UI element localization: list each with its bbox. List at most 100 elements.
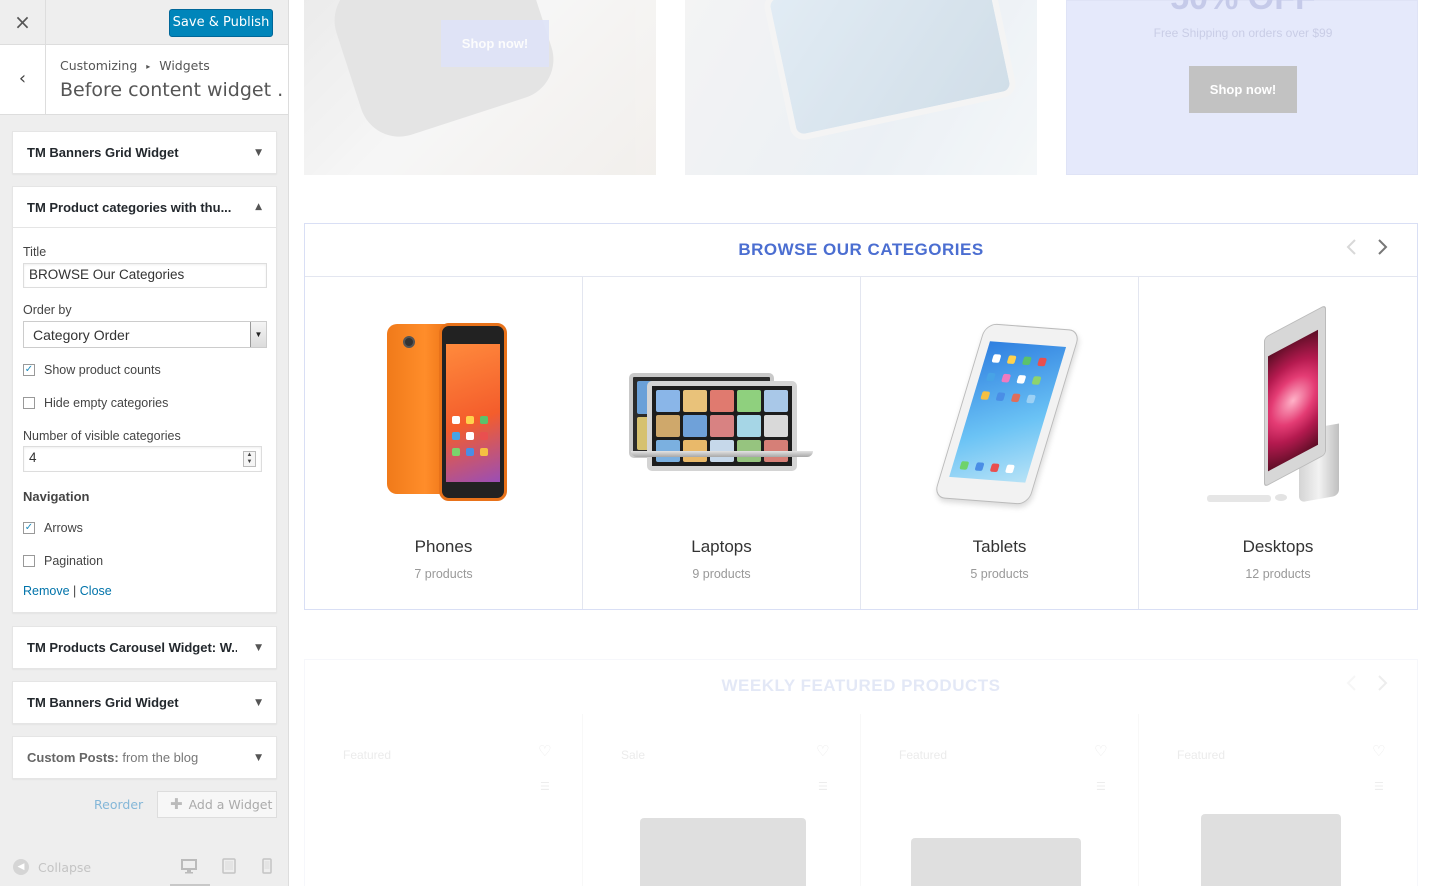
add-widget-button[interactable]: ✚ Add a Widget xyxy=(157,791,277,818)
widget-header[interactable]: TM Product categories with thu... ▲ xyxy=(13,187,276,228)
show-counts-checkbox[interactable]: ✓ xyxy=(23,364,35,376)
site-preview: Shop now! 50% OFF Free Shipping on order… xyxy=(289,0,1433,886)
back-button[interactable]: ‹ xyxy=(0,45,46,114)
collapse-button[interactable]: ◀ Collapse xyxy=(13,859,91,875)
widget-products-carousel[interactable]: TM Products Carousel Widget: W... ▼ xyxy=(12,626,277,669)
reorder-link[interactable]: Reorder xyxy=(94,797,143,812)
banner-watch[interactable]: Shop now! xyxy=(304,0,656,175)
product-card[interactable]: Sale ♡ ☰ xyxy=(583,714,861,886)
category-card-tablets[interactable]: Tablets 5 products xyxy=(861,277,1139,609)
category-name[interactable]: Laptops xyxy=(583,537,860,557)
compare-icon[interactable]: ☰ xyxy=(1096,780,1106,793)
category-count: 9 products xyxy=(692,567,751,581)
hide-empty-label: Hide empty categories xyxy=(44,396,169,410)
pagination-checkbox[interactable] xyxy=(23,555,35,567)
remove-link[interactable]: Remove xyxy=(23,584,70,598)
wishlist-heart-icon[interactable]: ♡ xyxy=(816,742,829,760)
hide-empty-checkbox[interactable] xyxy=(23,397,35,409)
category-card-laptops[interactable]: Laptops 9 products xyxy=(583,277,861,609)
shop-now-button[interactable]: Shop now! xyxy=(1189,66,1297,113)
widget-banners-grid-2[interactable]: TM Banners Grid Widget ▼ xyxy=(12,681,277,724)
add-widget-label: Add a Widget xyxy=(188,797,273,812)
widget-title: TM Banners Grid Widget xyxy=(27,695,179,710)
wishlist-heart-icon[interactable]: ♡ xyxy=(1094,742,1107,760)
free-shipping-text: Free Shipping on orders over $99 xyxy=(1153,26,1333,40)
widget-banners-grid-1[interactable]: TM Banners Grid Widget ▼ xyxy=(12,131,277,174)
widget-product-categories: TM Product categories with thu... ▲ Titl… xyxy=(12,186,277,613)
order-by-select[interactable]: Category Order ▼ xyxy=(23,321,267,348)
category-name[interactable]: Tablets xyxy=(861,537,1138,557)
show-counts-option[interactable]: ✓ Show product counts xyxy=(23,363,161,377)
category-card-desktops[interactable]: Desktops 12 products xyxy=(1139,277,1417,609)
next-arrow-icon[interactable] xyxy=(1377,237,1389,262)
expand-arrow-icon[interactable]: ▼ xyxy=(255,148,262,158)
customizer-footer: ◀ Collapse xyxy=(0,846,288,886)
shop-now-button[interactable]: Shop now! xyxy=(441,20,549,67)
widget-custom-posts[interactable]: Custom Posts: from the blog ▼ xyxy=(12,736,277,779)
product-badge: Featured xyxy=(899,748,948,762)
widget-title-subtitle: from the blog xyxy=(122,750,199,765)
product-card[interactable]: Featured ♡ ☰ xyxy=(1139,714,1417,886)
tablet-banner-image xyxy=(761,0,1019,143)
widget-header[interactable]: TM Banners Grid Widget ▼ xyxy=(13,682,276,723)
breadcrumb-current: Widgets xyxy=(159,58,210,73)
section-header: ‹ Customizing ▸ Widgets Before content w… xyxy=(0,45,288,115)
prev-arrow-icon[interactable] xyxy=(1345,673,1357,698)
expand-arrow-icon[interactable]: ▼ xyxy=(255,753,262,763)
product-card[interactable]: Featured ♡ ☰ xyxy=(861,714,1139,886)
category-name[interactable]: Phones xyxy=(305,537,582,557)
hide-empty-option[interactable]: Hide empty categories xyxy=(23,396,168,410)
compare-icon[interactable]: ☰ xyxy=(540,780,550,793)
compare-icon[interactable]: ☰ xyxy=(818,780,828,793)
banner-tablet[interactable] xyxy=(685,0,1037,175)
categories-carousel: BROWSE OUR CATEGORIES Phones 7 products xyxy=(304,223,1418,610)
phone-image xyxy=(305,277,583,517)
arrows-checkbox[interactable]: ✓ xyxy=(23,522,35,534)
wishlist-heart-icon[interactable]: ♡ xyxy=(1372,742,1385,760)
close-customizer-button[interactable]: × xyxy=(0,0,46,45)
widget-header[interactable]: TM Banners Grid Widget ▼ xyxy=(13,132,276,173)
wishlist-heart-icon[interactable]: ♡ xyxy=(538,742,551,760)
tablet-image xyxy=(861,277,1139,517)
category-name[interactable]: Desktops xyxy=(1139,537,1417,557)
desktop-preview-icon[interactable] xyxy=(181,858,197,878)
laptop-image xyxy=(583,277,861,517)
visible-categories-input[interactable]: 4 ▲ ▼ xyxy=(23,446,262,472)
expand-arrow-icon[interactable]: ▼ xyxy=(255,698,262,708)
pagination-option[interactable]: Pagination xyxy=(23,554,103,568)
banner-promo[interactable]: 50% OFF Free Shipping on orders over $99… xyxy=(1066,0,1418,175)
collapse-arrow-icon[interactable]: ▲ xyxy=(255,202,262,212)
breadcrumb-separator-icon: ▸ xyxy=(146,62,151,71)
prev-arrow-icon[interactable] xyxy=(1345,237,1357,262)
widget-header[interactable]: Custom Posts: from the blog ▼ xyxy=(13,737,276,778)
arrows-option[interactable]: ✓ Arrows xyxy=(23,521,83,535)
next-arrow-icon[interactable] xyxy=(1377,673,1389,698)
product-image xyxy=(1201,814,1341,886)
product-card[interactable]: Featured ♡ ☰ xyxy=(305,714,583,886)
widget-header[interactable]: TM Products Carousel Widget: W... ▼ xyxy=(13,627,276,668)
compare-icon[interactable]: ☰ xyxy=(1374,780,1384,793)
expand-arrow-icon[interactable]: ▼ xyxy=(255,643,262,653)
visible-categories-label: Number of visible categories xyxy=(23,429,181,443)
number-spinner[interactable]: ▲ ▼ xyxy=(243,451,256,467)
order-by-label: Order by xyxy=(23,303,72,317)
title-input[interactable]: BROWSE Our Categories xyxy=(23,263,267,288)
collapse-label: Collapse xyxy=(38,859,92,875)
dropdown-arrow-icon[interactable]: ▼ xyxy=(250,322,266,347)
product-image xyxy=(640,818,806,886)
tablet-preview-icon[interactable] xyxy=(222,858,236,878)
widget-title: Custom Posts: from the blog xyxy=(27,750,237,765)
category-count: 12 products xyxy=(1245,567,1311,581)
close-link[interactable]: Close xyxy=(80,584,112,598)
save-publish-button[interactable]: Save & Publish xyxy=(169,9,273,37)
carousel-header: BROWSE OUR CATEGORIES xyxy=(305,224,1417,277)
category-card-phones[interactable]: Phones 7 products xyxy=(305,277,583,609)
visible-categories-value: 4 xyxy=(29,450,37,465)
carousel-title: BROWSE OUR CATEGORIES xyxy=(738,240,984,259)
promo-headline: 50% OFF xyxy=(1067,0,1419,18)
mobile-preview-icon[interactable] xyxy=(262,858,272,878)
weekly-title: WEEKLY FEATURED PRODUCTS xyxy=(721,676,1001,695)
widget-title: TM Product categories with thu... xyxy=(27,199,232,215)
weekly-featured-carousel: WEEKLY FEATURED PRODUCTS Featured ♡ ☰ Sa… xyxy=(304,659,1418,886)
widget-title: TM Products Carousel Widget: W... xyxy=(27,640,237,655)
